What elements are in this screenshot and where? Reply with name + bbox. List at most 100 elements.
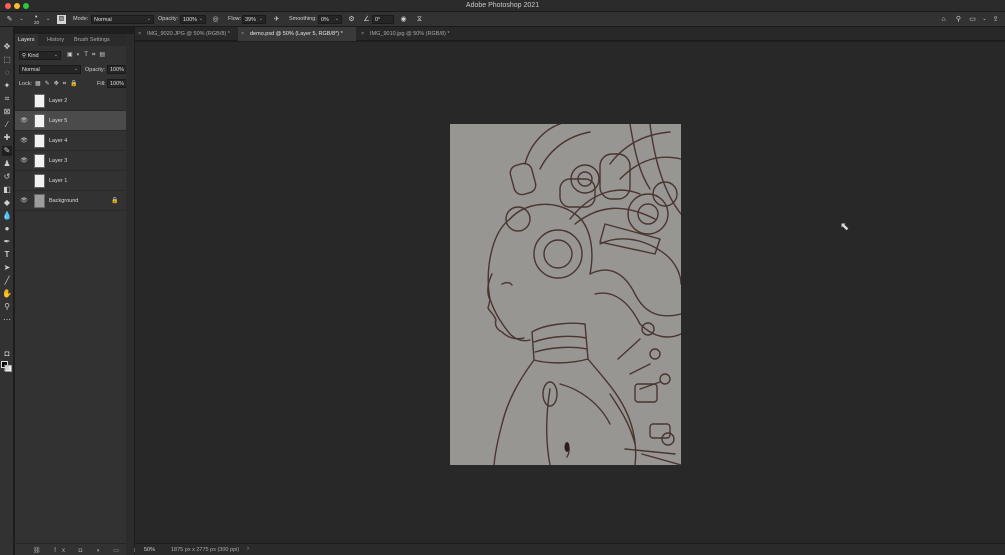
airbrush-icon[interactable]: ✈ <box>272 15 281 24</box>
marquee-tool-icon[interactable]: ⬚ <box>2 55 12 65</box>
flow-value: 39% <box>245 17 257 23</box>
eye-icon[interactable]: 👁 <box>20 197 28 205</box>
blend-mode-value: Normal <box>22 67 40 73</box>
search-help-icon[interactable]: ⌂ <box>939 15 948 24</box>
layer-row-layer-2[interactable]: Layer 2 <box>15 91 126 111</box>
layer-row-layer-5[interactable]: 👁 Layer 5 <box>15 111 126 131</box>
smoothing-value: 0% <box>321 17 329 23</box>
layer-thumbnail <box>34 194 45 208</box>
lock-options-icons[interactable]: ▦✎✥⌗🔒 <box>35 80 82 88</box>
layer-thumbnail <box>34 154 45 168</box>
quick-mask-icon[interactable]: ◘ <box>2 349 12 359</box>
close-icon[interactable]: × <box>361 31 364 37</box>
move-tool-icon[interactable]: ✥ <box>2 42 12 52</box>
dodge-tool-icon[interactable]: ● <box>2 224 12 234</box>
workspace-caret-icon[interactable]: ⌄ <box>980 15 989 24</box>
mode-select[interactable]: Normal ⌄ <box>91 15 154 24</box>
tab-history[interactable]: History <box>47 37 64 43</box>
eye-icon[interactable]: 👁 <box>20 157 28 165</box>
doc-tab-img-9020[interactable]: × IMG_9020.JPG @ 50% (RGB/8) * <box>135 27 236 41</box>
layers-scrollbar[interactable] <box>126 34 134 555</box>
crop-tool-icon[interactable]: ⌗ <box>2 94 12 104</box>
more-tools-icon[interactable]: ⋯ <box>2 315 12 325</box>
close-icon[interactable]: × <box>138 31 141 37</box>
document-canvas[interactable] <box>450 124 681 465</box>
smoothing-label: Smoothing: <box>289 16 317 22</box>
type-tool-icon[interactable]: T <box>2 250 12 260</box>
blend-mode-select[interactable]: Normal ⌄ <box>19 65 81 74</box>
symmetry-icon[interactable]: ⧖ <box>415 15 424 24</box>
eyedropper-tool-icon[interactable]: ⁄ <box>2 120 12 130</box>
doc-tab-label: demo.psd @ 50% (Layer 5, RGB/8*) * <box>250 31 343 37</box>
app-title: Adobe Photoshop 2021 <box>465 2 540 9</box>
close-icon[interactable]: × <box>241 31 244 37</box>
brush-tool-icon[interactable]: ✎ <box>2 146 12 156</box>
hand-tool-icon[interactable]: ✋ <box>2 289 12 299</box>
pen-tool-icon[interactable]: ✒ <box>2 237 12 247</box>
layer-row-layer-3[interactable]: 👁 Layer 3 <box>15 151 126 171</box>
layer-row-layer-1[interactable]: Layer 1 <box>15 171 126 191</box>
fill-value: 100% <box>110 81 125 87</box>
frame-tool-icon[interactable]: ⊠ <box>2 107 12 117</box>
blur-tool-icon[interactable]: 💧 <box>2 211 12 221</box>
workspace-switcher-icon[interactable]: ▭ <box>968 15 977 24</box>
lasso-tool-icon[interactable]: ◌ <box>2 68 12 78</box>
opacity-field[interactable]: 100% ⌄ <box>180 15 206 24</box>
layer-row-layer-4[interactable]: 👁 Layer 4 <box>15 131 126 151</box>
flow-label: Flow: <box>228 16 242 22</box>
smoothing-options-gear-icon[interactable]: ⚙ <box>347 15 356 24</box>
layer-thumbnail <box>34 94 45 108</box>
healing-brush-tool-icon[interactable]: ✚ <box>2 133 12 143</box>
chevron-down-icon: ⌄ <box>73 66 78 72</box>
brush-size-value: 20 <box>34 20 40 25</box>
share-icon[interactable]: ⇪ <box>991 15 1000 24</box>
clone-stamp-tool-icon[interactable]: ♟ <box>2 159 12 169</box>
brush-settings-panel-icon[interactable]: ▨ <box>57 15 66 24</box>
lock-label: Lock: <box>19 81 33 87</box>
status-menu-chevron-icon[interactable]: › <box>247 546 249 552</box>
pressure-opacity-icon[interactable]: ◎ <box>211 15 220 24</box>
layers-panel-footer: ⛓ fx ◘ ◑ ▭ ⊞ 🗑 <box>15 543 159 555</box>
flow-field[interactable]: 39% ⌄ <box>242 15 266 24</box>
layer-name: Layer 2 <box>49 98 68 104</box>
path-selection-tool-icon[interactable]: ➤ <box>2 263 12 273</box>
pressure-size-icon[interactable]: ◉ <box>399 15 408 24</box>
doc-tab-demo-psd[interactable]: × demo.psd @ 50% (Layer 5, RGB/8*) * <box>238 27 356 41</box>
brush-tool-icon[interactable]: ✎ <box>5 15 14 24</box>
brush-preset-caret-icon[interactable]: ⌄ <box>17 15 26 24</box>
kind-filter-select[interactable]: ⚲ Kind ⌄ <box>19 51 61 60</box>
history-brush-tool-icon[interactable]: ↺ <box>2 172 12 182</box>
zoom-level[interactable]: 50% <box>144 547 155 553</box>
line-tool-icon[interactable]: ╱ <box>2 276 12 286</box>
search-icon[interactable]: ⚲ <box>954 15 963 24</box>
zoom-tool-icon[interactable]: ⚲ <box>2 302 12 312</box>
brush-angle-field[interactable]: 0° <box>372 15 394 24</box>
layer-opacity-value: 100% <box>110 67 125 73</box>
eraser-tool-icon[interactable]: ◧ <box>2 185 12 195</box>
screen-mode-icon[interactable]: ▣ <box>2 363 12 373</box>
tab-brush-settings[interactable]: Brush Settings <box>74 37 110 43</box>
opacity-value: 100% <box>183 17 198 23</box>
layer-row-background[interactable]: 👁 Background 🔒 <box>15 191 126 211</box>
document-tabs: × IMG_9020.JPG @ 50% (RGB/8) * × demo.ps… <box>135 27 1005 41</box>
eye-icon[interactable]: 👁 <box>20 117 28 125</box>
layer-opacity-label: Opacity: <box>85 67 106 73</box>
layer-name: Background <box>49 198 79 204</box>
tab-layers[interactable]: Layers <box>15 34 38 46</box>
canvas-workspace[interactable]: ⬉ <box>135 42 1005 543</box>
title-bar: Adobe Photoshop 2021 <box>0 0 1005 12</box>
smoothing-field[interactable]: 0% ⌄ <box>318 15 342 24</box>
magic-wand-tool-icon[interactable]: ✦ <box>2 81 12 91</box>
layer-thumbnail <box>34 134 45 148</box>
chevron-down-icon: ⌄ <box>258 16 263 22</box>
eye-icon[interactable]: 👁 <box>20 137 28 145</box>
visibility-toggle[interactable] <box>20 177 28 185</box>
layer-filter-icons[interactable]: ▣◐T⌗▤ <box>67 51 109 59</box>
layer-name: Layer 3 <box>49 158 68 164</box>
paint-bucket-tool-icon[interactable]: ◆ <box>2 198 12 208</box>
visibility-toggle[interactable] <box>20 97 28 105</box>
doc-tab-label: IMG_9010.jpg @ 50% (RGB/8) * <box>370 31 450 37</box>
doc-tab-img-9010[interactable]: × IMG_9010.jpg @ 50% (RGB/8) * <box>358 27 459 41</box>
brush-preset-caret[interactable]: ⌄ <box>46 16 50 22</box>
brush-angle-value: 0° <box>375 17 381 23</box>
